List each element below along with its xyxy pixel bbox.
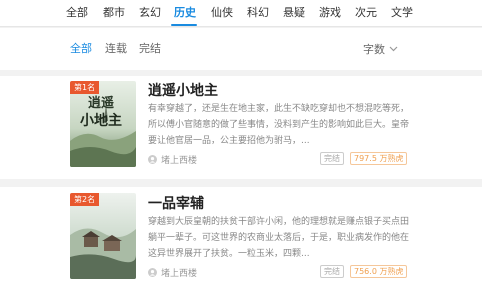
- book-description: 穿越到大辰皇朝的扶贫干部许小闲，他的理想就是赚点银子买点田躺平一辈子。可这世界的…: [148, 217, 410, 259]
- category-tab-suspense[interactable]: 悬疑: [283, 5, 305, 21]
- active-tab-indicator: [171, 24, 197, 26]
- word-count-tag: 756.0 万熟虎: [350, 265, 408, 278]
- word-count-tag: 797.5 万熟虎: [350, 152, 408, 165]
- svg-text:逍遥: 逍遥: [88, 95, 114, 111]
- author-name: 堵上西楼: [161, 156, 198, 166]
- book-cover[interactable]: 第2名: [70, 193, 136, 279]
- sort-label: 字数: [363, 43, 385, 56]
- category-bar: 全部 都市 玄幻 历史 仙侠 科幻 悬疑 游戏 次元 文学: [0, 0, 482, 27]
- book-list-item[interactable]: 逍遥 小地主 第1名 逍遥小地主 有幸穿越了，还是生在地主家，此生不缺吃穿却也不…: [0, 76, 482, 179]
- category-tab-fantasy[interactable]: 玄幻: [139, 5, 161, 21]
- author-name: 堵上西楼: [161, 269, 198, 279]
- book-author: 堵上西楼: [148, 153, 197, 166]
- filter-all[interactable]: 全部: [70, 42, 92, 56]
- category-tab-games[interactable]: 游戏: [319, 5, 341, 21]
- book-list-item[interactable]: 第2名 一品宰辅 穿越到大辰皇朝的扶贫干部许小闲，他的理想就是赚点银子买点田躺平…: [0, 187, 482, 282]
- rank-badge: 第2名: [70, 193, 100, 206]
- user-icon: [148, 268, 157, 277]
- rank-badge: 第1名: [70, 81, 100, 94]
- category-tab-xianxia[interactable]: 仙侠: [211, 5, 233, 21]
- chevron-down-icon: [389, 46, 398, 52]
- svg-text:小地主: 小地主: [80, 112, 122, 129]
- book-description: 有幸穿越了，还是生在地主家，此生不缺吃穿却也不想混吃等死，所以傅小官随意的做了些…: [148, 104, 410, 146]
- filter-bar: 全部 连载 完结 字数: [0, 28, 482, 70]
- category-tab-scifi[interactable]: 科幻: [247, 5, 269, 21]
- book-title[interactable]: 一品宰辅: [148, 195, 204, 213]
- category-tab-all[interactable]: 全部: [66, 5, 88, 21]
- category-tab-anime[interactable]: 次元: [355, 5, 377, 21]
- book-title[interactable]: 逍遥小地主: [148, 82, 218, 100]
- category-tab-urban[interactable]: 都市: [103, 5, 125, 21]
- filter-completed[interactable]: 完结: [139, 42, 161, 56]
- sort-dropdown[interactable]: 字数: [363, 41, 398, 57]
- category-tab-history[interactable]: 历史: [174, 5, 196, 21]
- filter-serializing[interactable]: 连载: [105, 42, 127, 56]
- status-tag: 完结: [320, 152, 344, 165]
- user-icon: [148, 155, 157, 164]
- book-author: 堵上西楼: [148, 266, 197, 279]
- category-tab-literature[interactable]: 文学: [391, 5, 413, 21]
- book-cover[interactable]: 逍遥 小地主 第1名: [70, 81, 136, 167]
- status-tag: 完结: [320, 265, 344, 278]
